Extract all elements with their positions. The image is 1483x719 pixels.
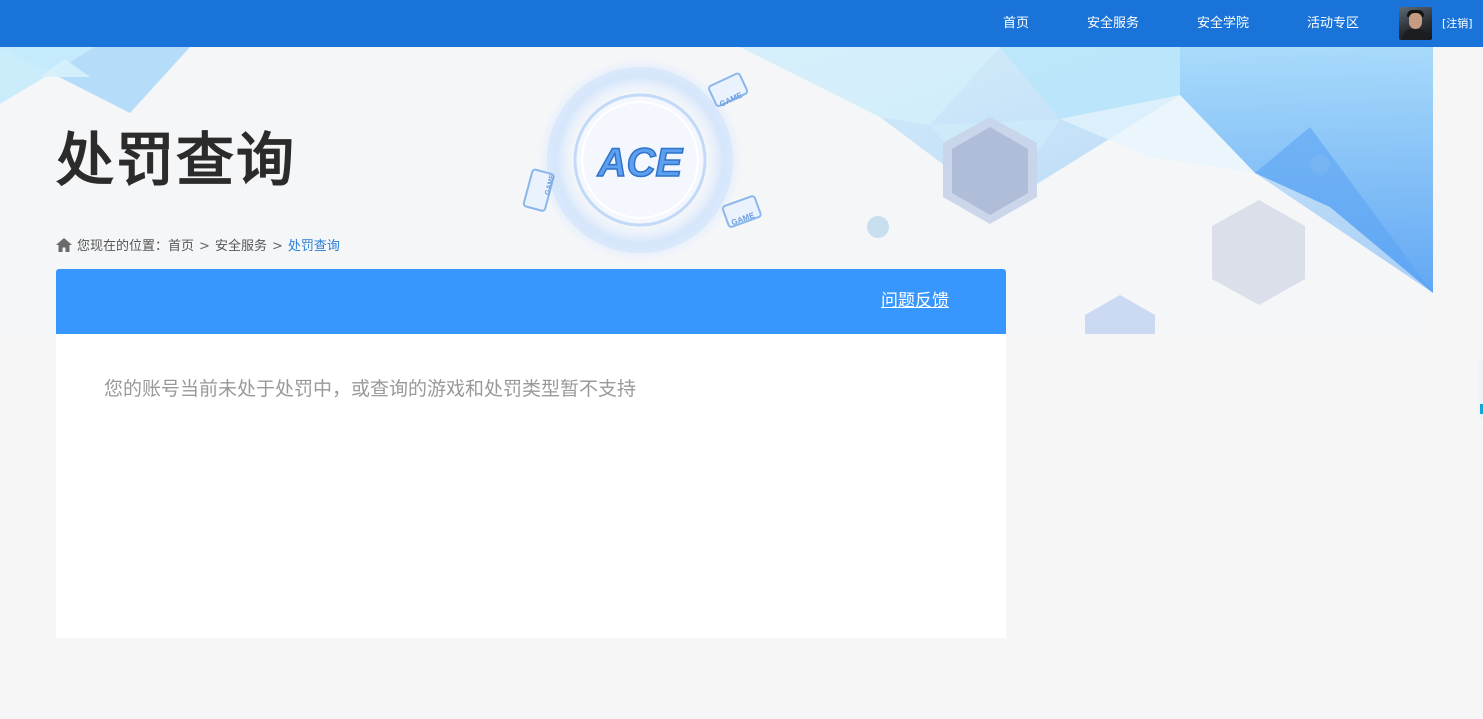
panel-body: 您的账号当前未处于处罚中，或查询的游戏和处罚类型暂不支持 xyxy=(56,334,1006,638)
feedback-link[interactable]: 问题反馈 xyxy=(881,269,949,334)
nav-home[interactable]: 首页 xyxy=(1003,0,1029,47)
home-icon xyxy=(56,238,72,252)
breadcrumb-security-service[interactable]: 安全服务 xyxy=(215,239,267,254)
ace-logo-text: ACE xyxy=(597,141,684,185)
nav-security-service[interactable]: 安全服务 xyxy=(1087,0,1139,47)
panel-header: 问题反馈 xyxy=(56,269,1006,334)
breadcrumb-prefix: 您现在的位置： xyxy=(77,239,169,254)
status-message: 您的账号当前未处于处罚中，或查询的游戏和处罚类型暂不支持 xyxy=(104,378,637,400)
breadcrumb-current: 处罚查询 xyxy=(287,239,340,254)
breadcrumb-home[interactable]: 首页 xyxy=(168,239,194,254)
avatar[interactable] xyxy=(1399,7,1432,40)
breadcrumb-separator: > xyxy=(199,239,210,254)
breadcrumb-separator: > xyxy=(271,239,283,254)
logout-link[interactable]: [注销] xyxy=(1442,0,1473,47)
nav-security-academy[interactable]: 安全学院 xyxy=(1197,0,1249,47)
page-title: 处罚查询 xyxy=(56,126,297,194)
nav-activity-zone[interactable]: 活动专区 xyxy=(1307,0,1359,47)
breadcrumb: 您现在的位置：首页 > 安全服务 > 处罚查询 xyxy=(56,237,340,257)
top-navbar: 首页 安全服务 安全学院 活动专区 [注销] xyxy=(0,0,1483,47)
